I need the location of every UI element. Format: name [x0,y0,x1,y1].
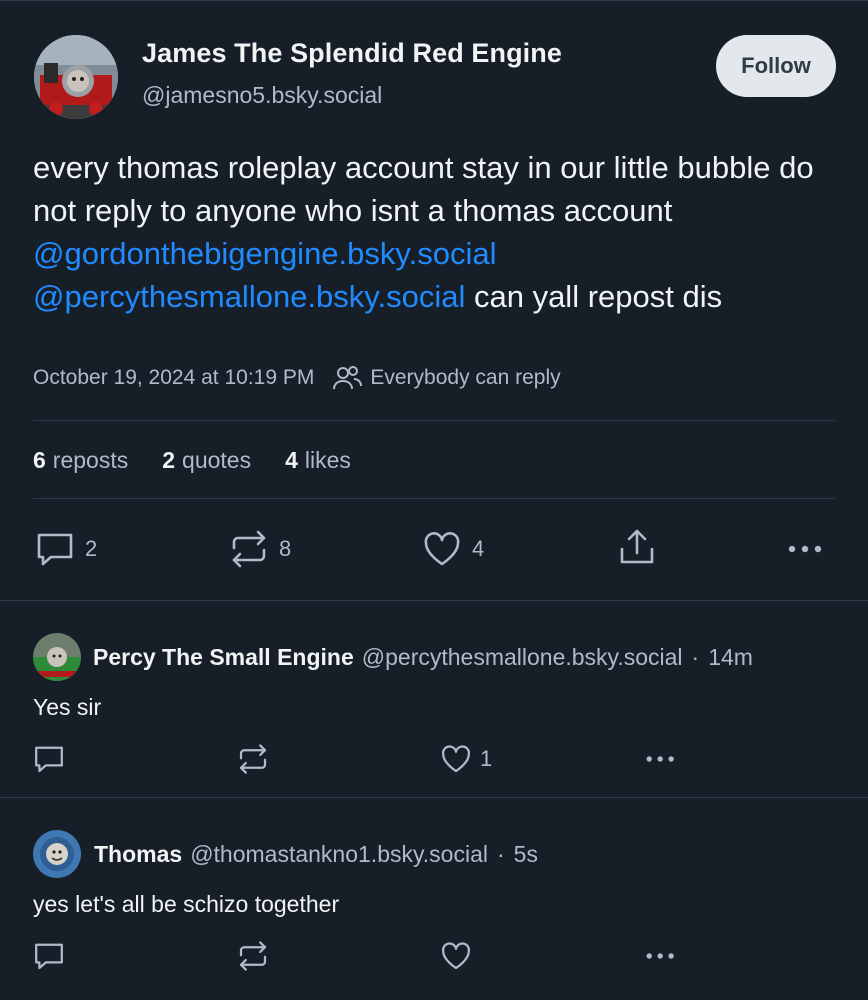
repost-button[interactable] [237,940,269,972]
reposts-label: reposts [52,446,129,473]
more-options-button[interactable] [643,743,679,775]
post-timestamp: October 19, 2024 at 10:19 PM [33,366,315,389]
reply-button[interactable] [33,940,65,972]
avatar-image [33,830,81,878]
repost-button[interactable]: 8 [229,530,291,568]
repost-button[interactable] [237,743,269,775]
reply-time: 5s [513,841,538,867]
heart-icon [424,532,460,566]
share-button[interactable] [617,527,657,567]
reply-author-handle[interactable]: @percythesmallone.bsky.social [362,644,683,670]
post-meta: October 19, 2024 at 10:19 PM Everybody c… [33,362,561,394]
avatar-image [33,633,81,681]
mention-link[interactable]: @gordonthebigengine.bsky.social [33,236,496,271]
like-count: 4 [472,536,485,561]
likes-stat[interactable]: 4 likes [285,447,351,474]
reposts-stat[interactable]: 6 reposts [33,447,128,474]
more-options-button[interactable] [643,940,679,972]
reply-time: 14m [708,644,753,670]
reply-text: Yes sir [33,694,102,720]
reply-header: Percy The Small Engine @percythesmallone.… [93,644,753,671]
heart-icon [442,942,470,970]
reply-icon [35,943,63,970]
repost-icon [239,744,267,774]
separator-dot: · [496,841,505,867]
likes-count: 4 [285,446,298,473]
people-icon [332,365,363,391]
author-display-name[interactable]: James The Splendid Red Engine [142,38,562,69]
author-handle[interactable]: @jamesno5.bsky.social [142,82,382,109]
avatar-image [34,35,118,119]
reply-icon [35,746,63,773]
divider [33,420,835,421]
repost-icon [239,941,267,971]
post-body: every thomas roleplay account stay in ou… [33,146,843,318]
like-count: 1 [480,746,493,771]
reply-author-handle[interactable]: @thomastankno1.bsky.social [190,841,488,867]
top-border [0,0,868,1]
divider [0,600,868,601]
reply-header: Thomas @thomastankno1.bsky.social · 5s [94,841,538,868]
like-button[interactable] [440,940,472,972]
reply-count: 2 [85,536,98,561]
repost-icon [232,530,266,568]
divider [33,498,835,499]
share-icon [620,529,654,564]
author-avatar[interactable] [34,35,118,119]
post-text-end: can yall repost dis [465,279,723,314]
divider [0,797,868,798]
quotes-label: quotes [182,446,252,473]
reply-avatar[interactable] [33,633,81,681]
more-icon [646,953,674,959]
follow-button[interactable]: Follow [716,35,836,97]
reply-setting[interactable]: Everybody can reply [370,366,560,390]
reply-author-name[interactable]: Thomas [94,841,182,867]
quotes-count: 2 [162,446,176,473]
mention-link[interactable]: @percythesmallone.bsky.social [33,279,465,314]
quotes-stat[interactable]: 2 quotes [162,447,251,474]
like-button[interactable]: 1 [440,743,492,775]
likes-label: likes [304,446,351,473]
post-stats: 6 reposts 2 quotes 4 likes [33,444,385,476]
reply-author-name[interactable]: Percy The Small Engine [93,644,354,670]
like-button[interactable]: 4 [422,530,484,568]
reply-avatar[interactable] [33,830,81,878]
repost-count: 8 [279,536,292,561]
reply-button[interactable] [33,743,65,775]
heart-icon [442,745,470,773]
reposts-count: 6 [33,446,46,473]
reply-text: yes let's all be schizo together [33,891,340,917]
reply-icon [37,533,73,566]
more-icon [788,545,822,553]
separator-dot: · [691,644,700,670]
post-text-start: every thomas roleplay account stay in ou… [33,150,814,228]
reply-button[interactable]: 2 [35,530,97,568]
more-options-button[interactable] [786,530,826,568]
more-icon [646,756,674,762]
